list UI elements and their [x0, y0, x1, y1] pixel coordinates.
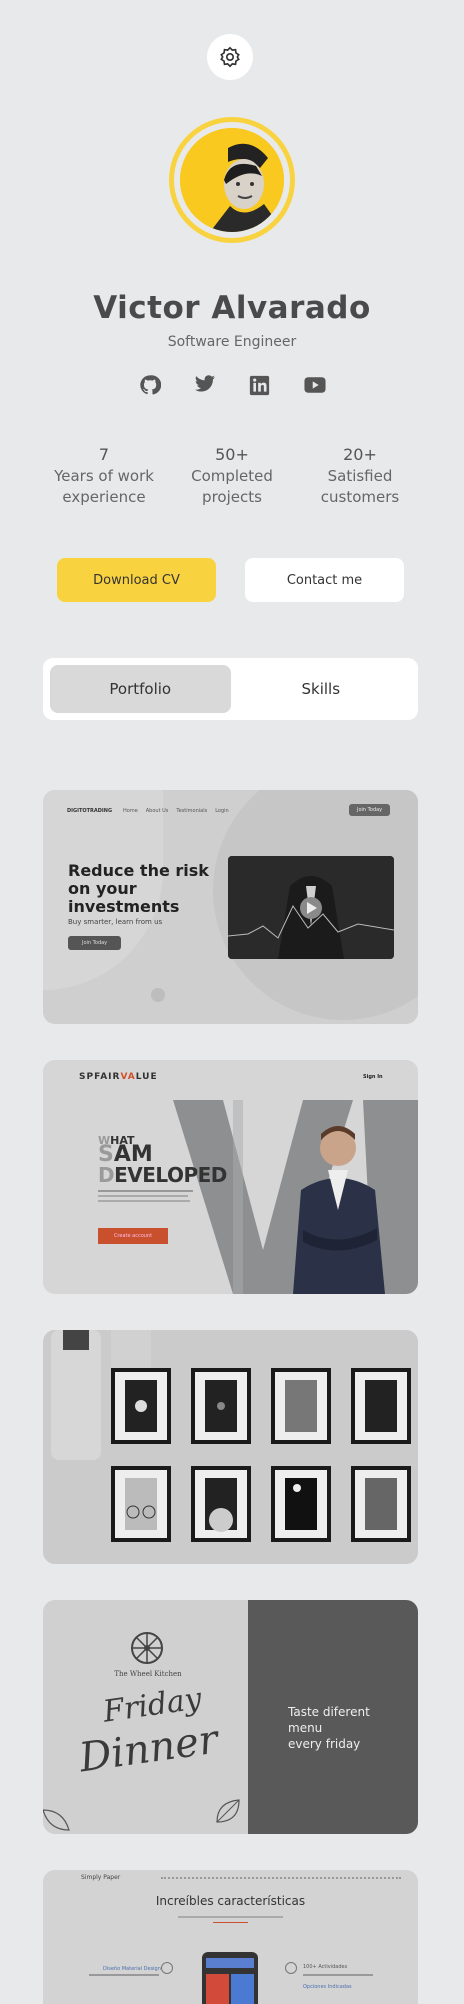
text-line	[178, 1916, 283, 1918]
text-line	[89, 1974, 159, 1976]
hero-headline: Reduce the risk on your investments	[68, 862, 209, 916]
avatar	[180, 128, 284, 232]
portfolio-card-friday-dinner[interactable]: The Wheel Kitchen Friday Dinner Taste di…	[43, 1600, 418, 1834]
phone-header	[206, 1958, 254, 1968]
stat-label: Completed	[191, 467, 273, 485]
stat-label: customers	[320, 488, 400, 506]
stat-projects: 50+ Completed projects	[172, 444, 292, 508]
contact-me-button[interactable]: Contact me	[245, 558, 404, 602]
section-tabs: Portfolio Skills	[43, 658, 418, 720]
brand-part: LUE	[135, 1072, 158, 1082]
tab-portfolio[interactable]: Portfolio	[50, 665, 231, 713]
section-title: Increíbles características	[155, 1894, 306, 1908]
brand-logo: DIGITOTRADING	[67, 808, 113, 814]
decor-dot	[151, 988, 165, 1002]
text-line	[98, 1200, 190, 1202]
sign-in-link: Sign In	[363, 1074, 383, 1080]
headline-rest: EVELOPED	[114, 1163, 227, 1187]
tagline: Taste diferent menu every friday	[288, 1704, 370, 1752]
github-icon	[139, 375, 161, 395]
nav-link: About Us	[145, 808, 169, 814]
social-links	[0, 374, 464, 396]
tagline-line: every friday	[288, 1737, 361, 1751]
hero-button: Join Today	[68, 936, 122, 950]
stat-label: experience	[62, 488, 146, 506]
leaf-icon	[43, 1809, 70, 1831]
tab-skills[interactable]: Skills	[231, 665, 412, 713]
phone-tile	[231, 1974, 254, 2004]
brand-part: VA	[120, 1072, 136, 1082]
feature-icon	[161, 1962, 173, 1974]
profile-role: Software Engineer	[167, 334, 297, 350]
stat-label: Satisfied	[327, 467, 393, 485]
video-thumbnail	[228, 856, 394, 959]
stat-customers: 20+ Satisfied customers	[300, 444, 420, 508]
brand-logo: SPFAIRVALUE	[79, 1072, 158, 1082]
text-line	[303, 1974, 373, 1976]
download-cv-button[interactable]: Download CV	[57, 558, 216, 602]
hero-photo	[173, 1100, 418, 1294]
headline-developed: DEVELOPED	[98, 1164, 227, 1186]
phone-content	[206, 1974, 254, 2004]
profile-name: Victor Alvarado	[93, 290, 371, 326]
stat-number: 50+	[215, 445, 249, 464]
leaf-icon	[216, 1799, 240, 1823]
script-dinner: Dinner	[76, 1716, 221, 1782]
youtube-icon	[303, 377, 326, 393]
headline-initial: D	[98, 1163, 115, 1187]
portfolio-card-gallery[interactable]	[43, 1330, 418, 1564]
feature-icon	[285, 1962, 297, 1974]
join-today-pill: Join Today	[349, 804, 391, 816]
feature-label: 100+ Actividades	[303, 1964, 348, 1970]
stat-experience: 7 Years of work experience	[44, 444, 164, 508]
portfolio-card-simply-paper[interactable]: Simply Paper Increíbles características …	[43, 1870, 418, 2004]
hero-sub: Buy smarter, learn from us	[68, 918, 163, 926]
text-line	[98, 1195, 188, 1197]
nav-link: Home	[123, 808, 138, 814]
headline-line: on your	[68, 879, 137, 898]
github-link[interactable]	[139, 374, 161, 396]
nav-link: Testimonials	[176, 808, 208, 814]
gallery-wall	[43, 1330, 418, 1564]
feature-label: Diseño Material Design	[103, 1966, 161, 1972]
underline-accent	[213, 1922, 248, 1923]
tagline-line: Taste diferent	[288, 1705, 370, 1719]
feature-label: Opciones Indicadas	[303, 1984, 352, 1990]
phone-mockup	[202, 1952, 258, 2004]
nav-links	[161, 1877, 401, 1879]
stat-number: 20+	[343, 445, 377, 464]
theme-toggle-button[interactable]	[207, 34, 253, 80]
stat-number: 7	[98, 445, 110, 464]
headline-line: Reduce the risk	[68, 861, 209, 880]
wheel-logo-icon	[131, 1632, 163, 1664]
headline-line: investments	[68, 897, 180, 916]
text-line	[98, 1190, 193, 1192]
linkedin-icon	[249, 375, 270, 395]
kitchen-brand: The Wheel Kitchen	[114, 1670, 182, 1678]
nav-links: Home About Us Testimonials Login	[123, 808, 229, 814]
portfolio-card-spfairvalue[interactable]: SPFAIRVALUE Sign In WHAT SAM DEVELOPED C…	[43, 1060, 418, 1294]
phone-tile	[206, 1974, 229, 2004]
gear-icon	[220, 46, 240, 68]
twitter-link[interactable]	[194, 374, 216, 396]
brand-part: SPFAIR	[79, 1072, 121, 1082]
stats: 7 Years of work experience 50+ Completed…	[44, 444, 420, 508]
tagline-line: menu	[288, 1721, 323, 1735]
avatar-ring	[169, 117, 295, 243]
create-account-button: Create account	[98, 1228, 168, 1244]
nav-link: Login	[215, 808, 229, 814]
portfolio-card-investments[interactable]: DIGITOTRADING Home About Us Testimonials…	[43, 790, 418, 1024]
linkedin-link[interactable]	[249, 374, 271, 396]
stat-label: Years of work	[54, 467, 154, 485]
brand-logo: Simply Paper	[81, 1874, 121, 1881]
twitter-icon	[194, 375, 215, 392]
youtube-link[interactable]	[303, 374, 326, 396]
stat-label: projects	[202, 488, 262, 506]
